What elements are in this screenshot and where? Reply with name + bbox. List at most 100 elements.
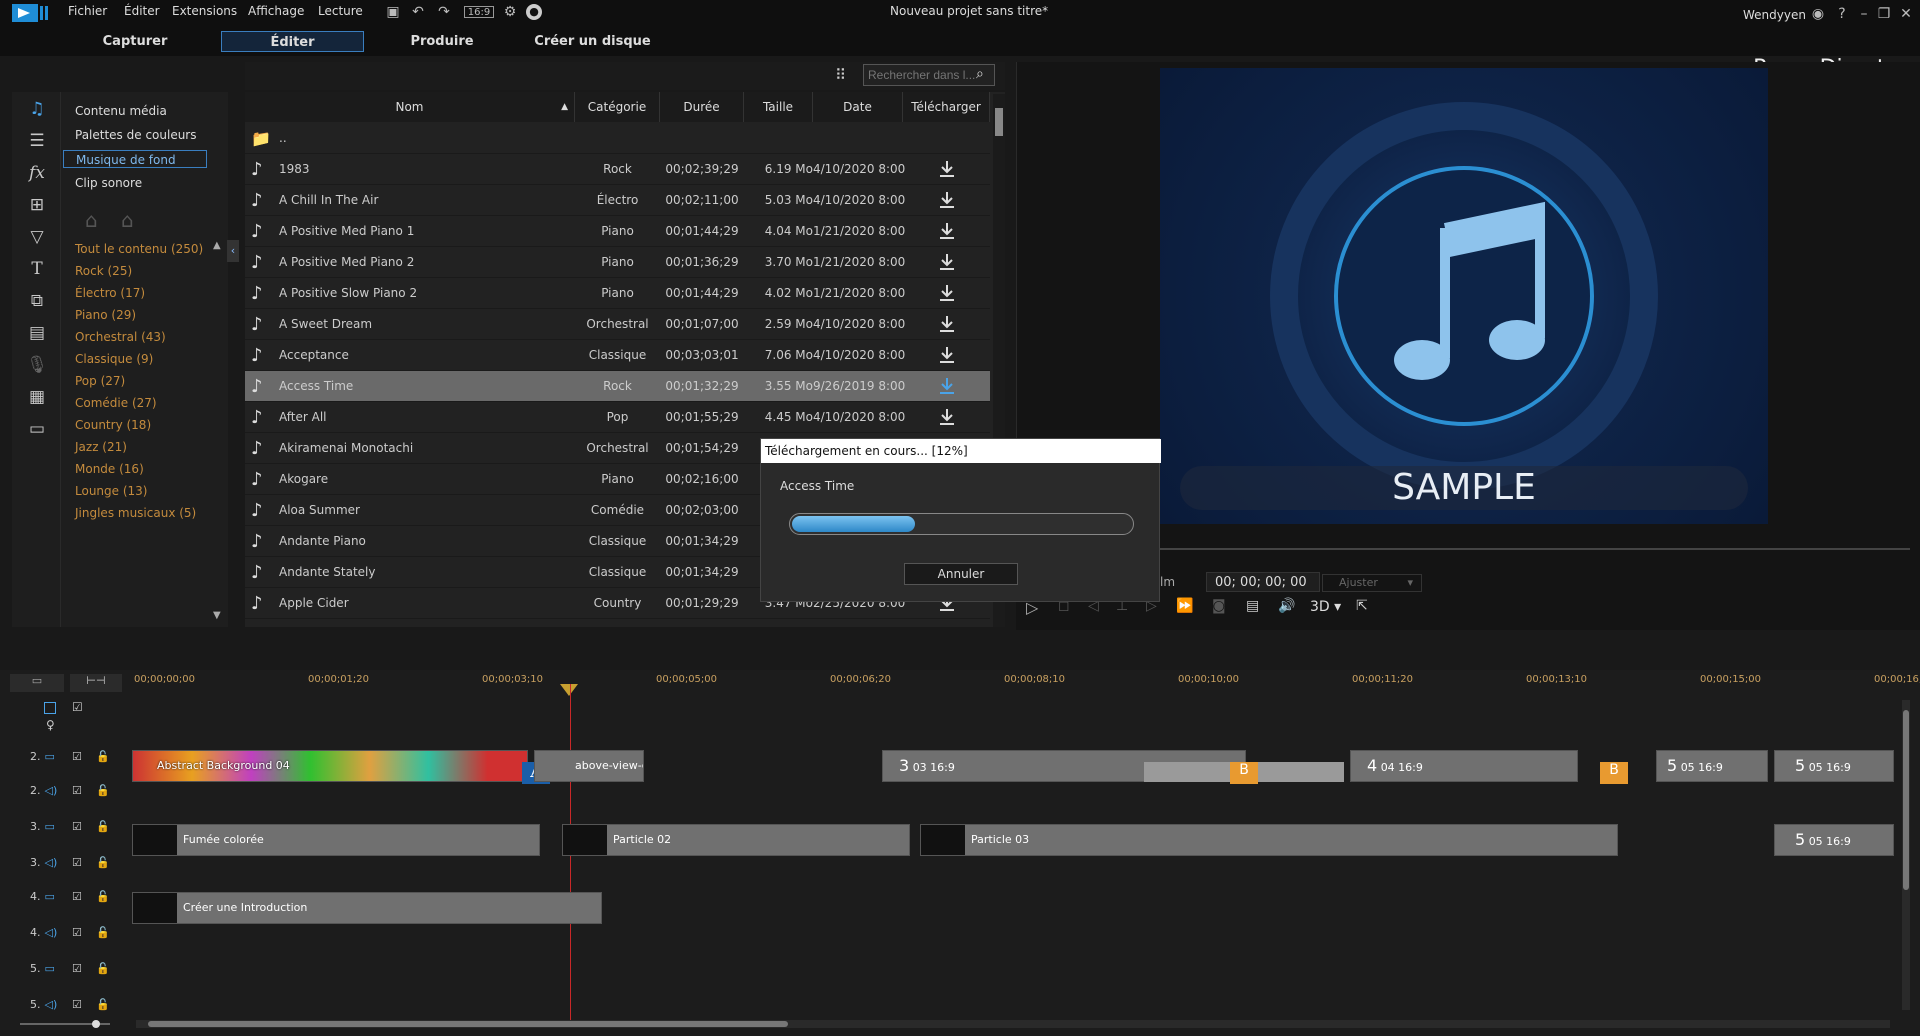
templates-room-icon[interactable]: ☰ [26, 130, 48, 152]
menu-affichage[interactable]: Affichage [248, 4, 304, 18]
track-enable-checkbox[interactable]: ☑ [72, 926, 82, 939]
timeline-vscroll[interactable] [1902, 700, 1910, 1010]
audio-track-header[interactable]: 5. ◁) ☑ 🔓 [30, 998, 130, 1018]
help-icon[interactable]: ? [1834, 6, 1850, 22]
menu-lecture[interactable]: Lecture [318, 4, 363, 18]
track-lock-icon[interactable]: 🔓 [96, 962, 110, 975]
aspect-ratio-button[interactable]: 16:9 [464, 6, 494, 18]
table-row[interactable]: ♪ A Positive Med Piano 1 Piano 00;01;44;29 4… [245, 216, 990, 247]
tab-editer[interactable]: Éditer [221, 31, 364, 52]
clip-creer-introduction[interactable]: Créer une Introduction [132, 892, 602, 924]
tag-item[interactable]: Country (18) [75, 418, 151, 432]
scroll-up-icon[interactable]: ▲ [213, 240, 221, 251]
title-room-icon[interactable]: T [26, 258, 48, 280]
download-icon[interactable] [937, 252, 957, 272]
tag-item[interactable]: Électro (17) [75, 286, 145, 300]
tag-item[interactable]: Comédie (27) [75, 396, 157, 410]
clip-05[interactable]: 5 05 16:9 [1656, 750, 1768, 782]
nav-palettes[interactable]: Palettes de couleurs [63, 126, 207, 144]
tag-item[interactable]: Monde (16) [75, 462, 144, 476]
download-icon[interactable] [937, 376, 957, 396]
clip-04[interactable]: 4 04 16:9 [1350, 750, 1578, 782]
undock-icon[interactable]: ⇱ [1356, 598, 1368, 614]
marker-icon[interactable]: ♀ [46, 718, 55, 732]
video-track-toggle[interactable] [44, 702, 56, 714]
close-icon[interactable]: ✕ [1898, 6, 1914, 22]
fit-dropdown[interactable]: Ajuster ▾ [1322, 574, 1422, 592]
preview-seekbar[interactable] [1160, 548, 1910, 550]
clip-abstract-background[interactable]: Abstract Background 04 [132, 750, 528, 782]
track-enable-checkbox[interactable]: ☑ [72, 784, 82, 797]
clip-fumee[interactable]: Fumée colorée [132, 824, 540, 856]
fx-room-icon[interactable]: fx [26, 162, 48, 184]
download-icon[interactable] [937, 221, 957, 241]
clip-particle-02[interactable]: Particle 02 [562, 824, 910, 856]
track-lock-icon[interactable]: 🔓 [96, 890, 110, 903]
pip-room-icon[interactable]: ⊞ [26, 194, 48, 216]
hscroll-thumb[interactable] [148, 1021, 788, 1027]
download-icon[interactable] [937, 345, 957, 365]
download-icon[interactable] [937, 407, 957, 427]
account-icon[interactable]: ◉ [1810, 6, 1826, 22]
video-track-header[interactable]: 2. ▭ ☑ 🔓 [30, 750, 130, 770]
timeline-hscroll[interactable] [136, 1020, 1890, 1028]
minimize-icon[interactable]: – [1856, 6, 1872, 22]
tab-creer-disque[interactable]: Créer un disque [520, 31, 665, 52]
timecode-display[interactable]: 00; 00; 00; 00 [1206, 572, 1320, 592]
download-icon[interactable] [937, 314, 957, 334]
clip-05b[interactable]: 5 05 16:9 [1774, 750, 1894, 782]
menu-extensions[interactable]: Extensions [172, 4, 237, 18]
transition-room-icon[interactable]: ⧉ [26, 290, 48, 312]
track-enable-checkbox[interactable]: ☑ [72, 856, 82, 869]
subtitle-room-icon[interactable]: ▭ [26, 418, 48, 440]
audio-mix-room-icon[interactable]: ▤ [26, 322, 48, 344]
track-enable-checkbox[interactable]: ☑ [72, 820, 82, 833]
mode-label[interactable]: lm [1160, 575, 1175, 589]
undo-icon[interactable]: ↶ [410, 4, 426, 20]
subtitle-icon[interactable]: ▤ [1246, 598, 1259, 614]
video-track-header[interactable]: 3. ▭ ☑ 🔓 [30, 820, 130, 840]
3d-button[interactable]: 3D ▾ [1310, 599, 1341, 615]
table-row[interactable]: ♪ A Sweet Dream Orchestral 00;01;07;00 2.59 … [245, 309, 990, 340]
tag-item[interactable]: Jingles musicaux (5) [75, 506, 196, 520]
col-telecharger[interactable]: Télécharger [903, 92, 990, 122]
table-row[interactable]: ♪ 1983 Rock 00;02;39;29 6.19 Mo 4/10/2020 8:0… [245, 154, 990, 185]
track-enable-checkbox[interactable]: ☑ [72, 962, 82, 975]
scroll-down-icon[interactable]: ▼ [213, 610, 221, 621]
col-nom[interactable]: Nom ▲ [245, 92, 575, 122]
track-lock-icon[interactable]: 🔓 [96, 750, 110, 763]
track-lock-icon[interactable]: 🔓 [96, 820, 110, 833]
tag-item[interactable]: Pop (27) [75, 374, 125, 388]
track-lock-icon[interactable]: 🔓 [96, 926, 110, 939]
clip-particle-03[interactable]: Particle 03 [920, 824, 1618, 856]
nav-musique-fond[interactable]: Musique de fond [63, 150, 207, 168]
nav-contenu-media[interactable]: Contenu média [63, 102, 207, 120]
table-row[interactable]: ♪ After All Pop 00;01;55;29 4.45 Mo 4/10/2020… [245, 402, 990, 433]
transition-b-icon[interactable]: B [1230, 762, 1258, 784]
menu-editer[interactable]: Éditer [124, 4, 160, 18]
audio-track-header[interactable]: 3. ◁) ☑ 🔓 [30, 856, 130, 876]
restore-icon[interactable]: ❐ [1876, 6, 1892, 22]
table-row[interactable]: ♪ A Positive Slow Piano 2 Piano 00;01;44;29… [245, 278, 990, 309]
notification-icon[interactable]: ● [526, 4, 542, 20]
col-duree[interactable]: Durée [660, 92, 744, 122]
audio-track-header[interactable]: 2. ◁) ☑ 🔓 [30, 784, 130, 804]
chapter-room-icon[interactable]: ▦ [26, 386, 48, 408]
tag-item[interactable]: Jazz (21) [75, 440, 127, 454]
fast-forward-icon[interactable]: ⏩ [1176, 598, 1193, 614]
tag-item[interactable]: Piano (29) [75, 308, 136, 322]
settings-icon[interactable]: ⚙ [502, 4, 518, 20]
download-icon[interactable] [937, 190, 957, 210]
col-date[interactable]: Date [813, 92, 903, 122]
tag-item[interactable]: Lounge (13) [75, 484, 147, 498]
download-icon[interactable] [937, 159, 957, 179]
transition-b2-icon[interactable]: B [1600, 762, 1628, 784]
media-room-icon[interactable]: ♫ [26, 98, 48, 120]
col-categorie[interactable]: Catégorie [575, 92, 660, 122]
volume-icon[interactable]: 🔊 [1278, 598, 1295, 614]
video-track-header[interactable]: 4. ▭ ☑ 🔓 [30, 890, 130, 910]
remove-tag-icon[interactable]: ⌂ [121, 208, 134, 232]
cancel-button[interactable]: Annuler [904, 563, 1018, 585]
search-icon[interactable]: ⌕ [976, 66, 984, 82]
tag-item[interactable]: Tout le contenu (250) [75, 242, 203, 256]
